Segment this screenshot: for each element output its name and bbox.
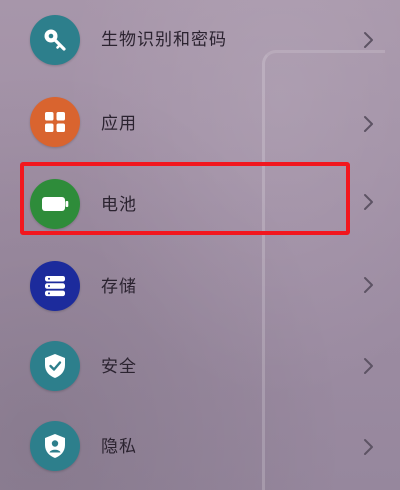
battery-highlight-box [20,162,350,235]
settings-item-apps[interactable]: 应用 [0,82,400,162]
chevron-right-icon [364,32,373,48]
settings-item-label: 隐私 [101,437,137,457]
grid-icon [30,97,80,147]
chevron-right-icon [364,439,373,455]
key-icon [30,15,80,65]
settings-item-storage[interactable]: 存储 [0,245,400,325]
settings-item-biometrics[interactable]: 生物识别和密码 [0,0,400,80]
storage-icon [30,261,80,311]
shield-icon [30,341,80,391]
settings-item-label: 存储 [101,277,137,297]
chevron-right-icon [364,277,373,293]
settings-item-label: 生物识别和密码 [101,30,227,50]
chevron-right-icon [364,116,373,132]
chevron-right-icon [364,358,373,374]
chevron-right-icon [364,194,373,210]
settings-item-label: 安全 [101,357,137,377]
settings-item-security[interactable]: 安全 [0,327,400,407]
settings-item-label: 应用 [101,114,137,134]
settings-item-privacy[interactable]: 隐私 [0,405,400,485]
settings-screen: 生物识别和密码 应用 电池 存储 安全 隐私 [0,0,400,490]
privacy-icon [30,421,80,471]
